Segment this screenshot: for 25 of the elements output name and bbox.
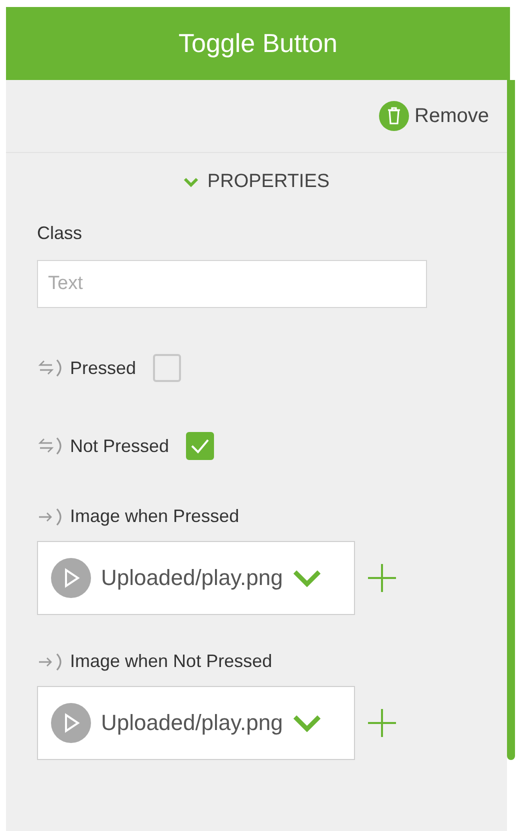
panel-title: Toggle Button bbox=[178, 28, 338, 59]
field-label: Pressed bbox=[70, 358, 136, 378]
trash-icon bbox=[378, 101, 409, 131]
field-label: Class bbox=[37, 223, 84, 244]
dropdown-value: Uploaded/play.png bbox=[101, 710, 283, 736]
checkmark-icon bbox=[190, 438, 210, 454]
checkbox[interactable] bbox=[153, 354, 182, 382]
field-label: Not Pressed bbox=[70, 436, 170, 456]
play-icon bbox=[51, 703, 91, 743]
field-label: Image when Pressed bbox=[70, 506, 240, 527]
text-field[interactable]: Text bbox=[37, 260, 427, 308]
field-label: Image when Not Pressed bbox=[70, 651, 272, 672]
scrollbar[interactable] bbox=[507, 80, 515, 760]
checkbox[interactable] bbox=[186, 432, 214, 460]
plus-icon bbox=[367, 563, 397, 593]
image-dropdown[interactable]: Uploaded/play.png bbox=[37, 541, 355, 615]
plus-icon bbox=[367, 708, 397, 738]
dropdown-value: Uploaded/play.png bbox=[101, 565, 283, 591]
play-icon bbox=[51, 558, 91, 598]
section-header[interactable]: PROPERTIES bbox=[183, 171, 330, 193]
remove-button[interactable]: Remove bbox=[378, 101, 489, 131]
image-dropdown[interactable]: Uploaded/play.png bbox=[37, 686, 355, 760]
chevron-down-icon bbox=[292, 569, 321, 587]
chevron-down-icon bbox=[183, 176, 200, 188]
chevron-down-icon bbox=[292, 714, 321, 732]
